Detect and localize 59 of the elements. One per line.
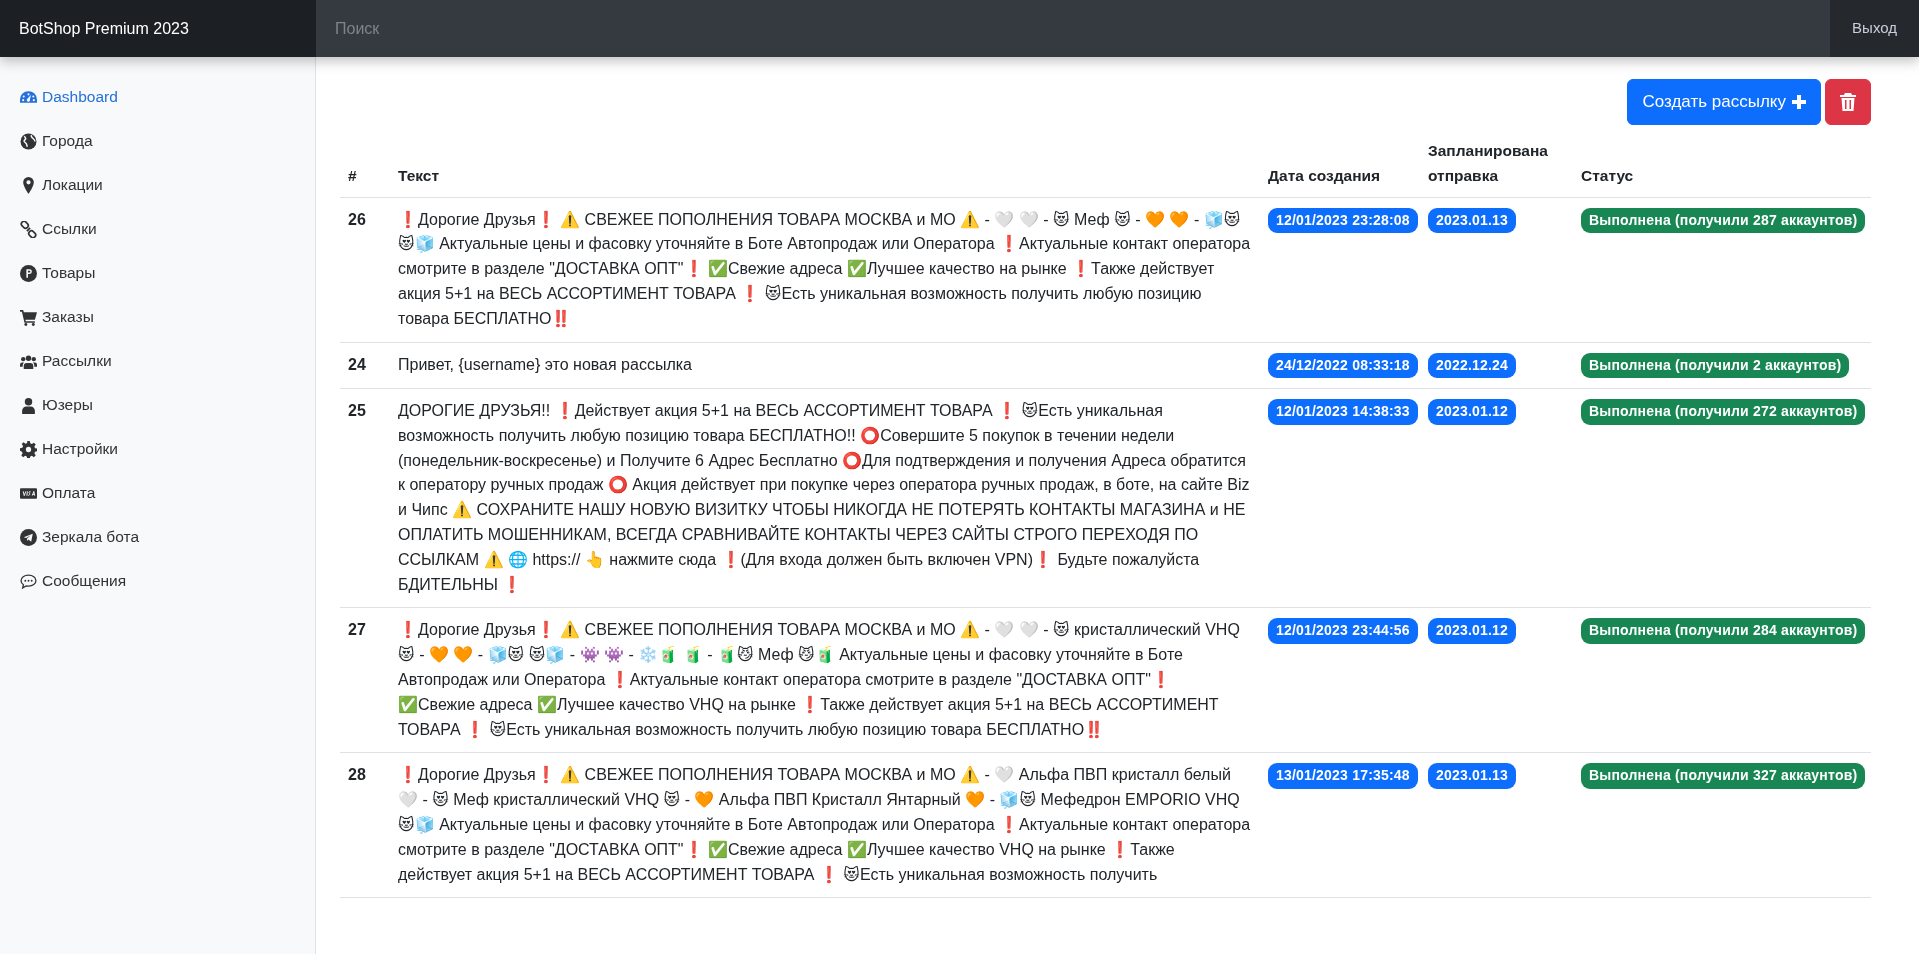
sidebar-item[interactable]: Юзеры bbox=[0, 383, 315, 427]
create-mailing-button[interactable]: Создать рассылку bbox=[1627, 79, 1821, 125]
user-icon bbox=[20, 396, 37, 414]
message-text: ❗Дорогие Друзья❗ ⚠ СВЕЖЕЕ ПОПОЛНЕНИЯ ТОВАРА МОСКВА и МО ⚠ - 🤍 Альфа ПВП кристалл белый 🤍 - 😻 Меф кристаллический VHQ 😻 - 🧡 Альфа ПВП Кристалл Янтарный 🧡 - 🧊😻 Мефедрон EMPORIO VHQ 😻🧊 Актуальные цены и фасовку уточняйте в Боте Автопродаж или Оператора ❗Актуальные контакт оператора смотрите в разделе "ДОСТАВКА ОПТ"❗ ✅Свежие адреса ✅Лучшее качество VHQ на рынке ❗Также действует акция 5+1 на ВЕСЬ АССОРТИМЕНТ ТОВАРА ❗ 😻Есть уникальная возможность получить bbox=[390, 752, 1260, 898]
row-number: 24 bbox=[340, 342, 390, 389]
column-header: Текст bbox=[390, 131, 1260, 198]
row-number: 28 bbox=[340, 752, 390, 898]
row-number: 27 bbox=[340, 607, 390, 753]
globe-icon bbox=[20, 132, 37, 150]
column-header: Запланирована отправка bbox=[1420, 131, 1573, 198]
column-header: Дата создания bbox=[1260, 131, 1420, 198]
link-icon bbox=[20, 220, 37, 238]
status-badge: Выполнена (получили 2 аккаунтов) bbox=[1581, 352, 1850, 379]
trash-icon bbox=[1840, 93, 1856, 111]
created-date-badge: 13/01/2023 17:35:48 bbox=[1268, 763, 1418, 789]
sidebar-item[interactable]: Товары bbox=[0, 251, 315, 295]
logout-button[interactable]: Выход bbox=[1830, 0, 1919, 57]
sidebar-item[interactable]: Зеркала бота bbox=[0, 515, 315, 559]
sidebar-item[interactable]: Города bbox=[0, 119, 315, 163]
message-text: ❗Дорогие Друзья❗ ⚠ СВЕЖЕЕ ПОПОЛНЕНИЯ ТОВАРА МОСКВА и МО ⚠ - 🤍 🤍 - 😻 кристаллический VHQ 😻 - 🧡 🧡 - 🧊😻 😻🧊 - 👾 👾 - ❄🧃 🧃 - 🧃😼 Меф 😼🧃 Актуальные цены и фасовку уточняйте в Боте Автопродаж или Оператора ❗Актуальные контакт оператора смотрите в разделе "ДОСТАВКА ОПТ"❗ ✅Свежие адреса ✅Лучшее качество VHQ на рынке ❗Также действует акция 5+1 на ВЕСЬ АССОРТИМЕНТ ТОВАРА ❗ 😻Есть уникальная возможность получить любую позицию товара БЕСПЛАТНО‼ bbox=[390, 607, 1260, 753]
ruble-icon bbox=[20, 264, 37, 282]
scheduled-date-badge: 2022.12.24 bbox=[1428, 352, 1517, 379]
row-number: 26 bbox=[340, 197, 390, 343]
sidebar-item[interactable]: Оплата bbox=[0, 471, 315, 515]
gauge-icon bbox=[20, 88, 37, 106]
sidebar-item[interactable]: Локации bbox=[0, 163, 315, 207]
status-badge: Выполнена (получили 284 аккаунтов) bbox=[1581, 618, 1866, 644]
scheduled-date-badge: 2023.01.13 bbox=[1428, 207, 1517, 234]
column-header: # bbox=[340, 131, 390, 198]
paper-plane-icon bbox=[20, 528, 37, 546]
status-badge: Выполнена (получили 327 аккаунтов) bbox=[1581, 763, 1866, 789]
message-text: Привет, {username} это новая рассылка bbox=[390, 342, 1260, 389]
chat-icon bbox=[20, 572, 37, 590]
plus-icon bbox=[1792, 95, 1806, 109]
created-date-badge: 12/01/2023 23:28:08 bbox=[1268, 207, 1418, 234]
delete-button[interactable] bbox=[1825, 79, 1871, 125]
map-pin-icon bbox=[20, 176, 37, 194]
sidebar-item[interactable]: Dashboard bbox=[0, 75, 315, 119]
message-text: ❗Дорогие Друзья❗ ⚠ СВЕЖЕЕ ПОПОЛНЕНИЯ ТОВАРА МОСКВА и МО ⚠ - 🤍 🤍 - 😻 Меф 😻 - 🧡 🧡 - 🧊😻 😻🧊 Актуальные цены и фасовку уточняйте в Боте Автопродаж или Оператора ❗Актуальные контакт оператора смотрите в разделе "ДОСТАВКА ОПТ"❗ ✅Свежие адреса ✅Лучшее качество на рынке ❗Также действует акция 5+1 на ВЕСЬ АССОРТИМЕНТ ТОВАРА ❗ 😻Есть уникальная возможность получить любую позицию товара БЕСПЛАТНО‼ bbox=[390, 197, 1260, 343]
search-field[interactable]: Поиск bbox=[316, 0, 1831, 57]
created-date-badge: 12/01/2023 23:44:56 bbox=[1268, 618, 1418, 644]
created-date-badge: 12/01/2023 14:38:33 bbox=[1268, 399, 1418, 425]
sidebar-item[interactable]: Сообщения bbox=[0, 559, 315, 603]
created-date-badge: 24/12/2022 08:33:18 bbox=[1268, 352, 1418, 379]
sidebar-item[interactable]: Ссылки bbox=[0, 207, 315, 251]
sidebar-item[interactable]: Настройки bbox=[0, 427, 315, 471]
cart-icon bbox=[20, 308, 37, 326]
sidebar-item[interactable]: Рассылки bbox=[0, 339, 315, 383]
column-header: Статус bbox=[1573, 131, 1871, 198]
brand-title[interactable]: BotShop Premium 2023 bbox=[0, 0, 316, 57]
scheduled-date-badge: 2023.01.13 bbox=[1428, 763, 1517, 789]
status-badge: Выполнена (получили 272 аккаунтов) bbox=[1581, 399, 1866, 425]
sidebar-item[interactable]: Заказы bbox=[0, 295, 315, 339]
scheduled-date-badge: 2023.01.12 bbox=[1428, 618, 1517, 644]
message-text: ДОРОГИЕ ДРУЗЬЯ!! ❗Действует акция 5+1 на ВЕСЬ АССОРТИМЕНТ ТОВАРА ❗ 😻Есть уникальная возможность получить любую позицию товара БЕСПЛАТНО!! ⭕Совершите 5 покупок в течении недели (понедельник-воскресенье) и Получите 6 Адрес Бесплатно ⭕Для подтверждения и получения Адреса обратится к оператору ручных продаж ⭕ Акция действует при покупке через оператора ручных продаж, в боте, на сайте Biz и Чипс ⚠ СОХРАНИТЕ НАШУ НОВУЮ ВИЗИТКУ ЧТОБЫ НИКОГДА НЕ ПОТЕРЯТЬ КОНТАКТЫ МАГАЗИНА и НЕ ОПЛАТИТЬ МОШЕННИКАМ, ВСЕГДА СРАВНИВАЙТЕ КОНТАКТЫ ЧЕРЕЗ САЙТЫ СТРОГО ПЕРЕХОДЯ ПО ССЫЛКАМ ⚠ 🌐 https:// 👆 нажмите сюда ❗(Для входа должен быть включен VPN)❗ Будьте пожалуйста БДИТЕЛЬНЫ ❗ bbox=[390, 388, 1260, 608]
scheduled-date-badge: 2023.01.12 bbox=[1428, 399, 1517, 425]
row-number: 25 bbox=[340, 388, 390, 608]
status-badge: Выполнена (получили 287 аккаунтов) bbox=[1581, 207, 1866, 234]
settings-icon bbox=[20, 440, 37, 458]
